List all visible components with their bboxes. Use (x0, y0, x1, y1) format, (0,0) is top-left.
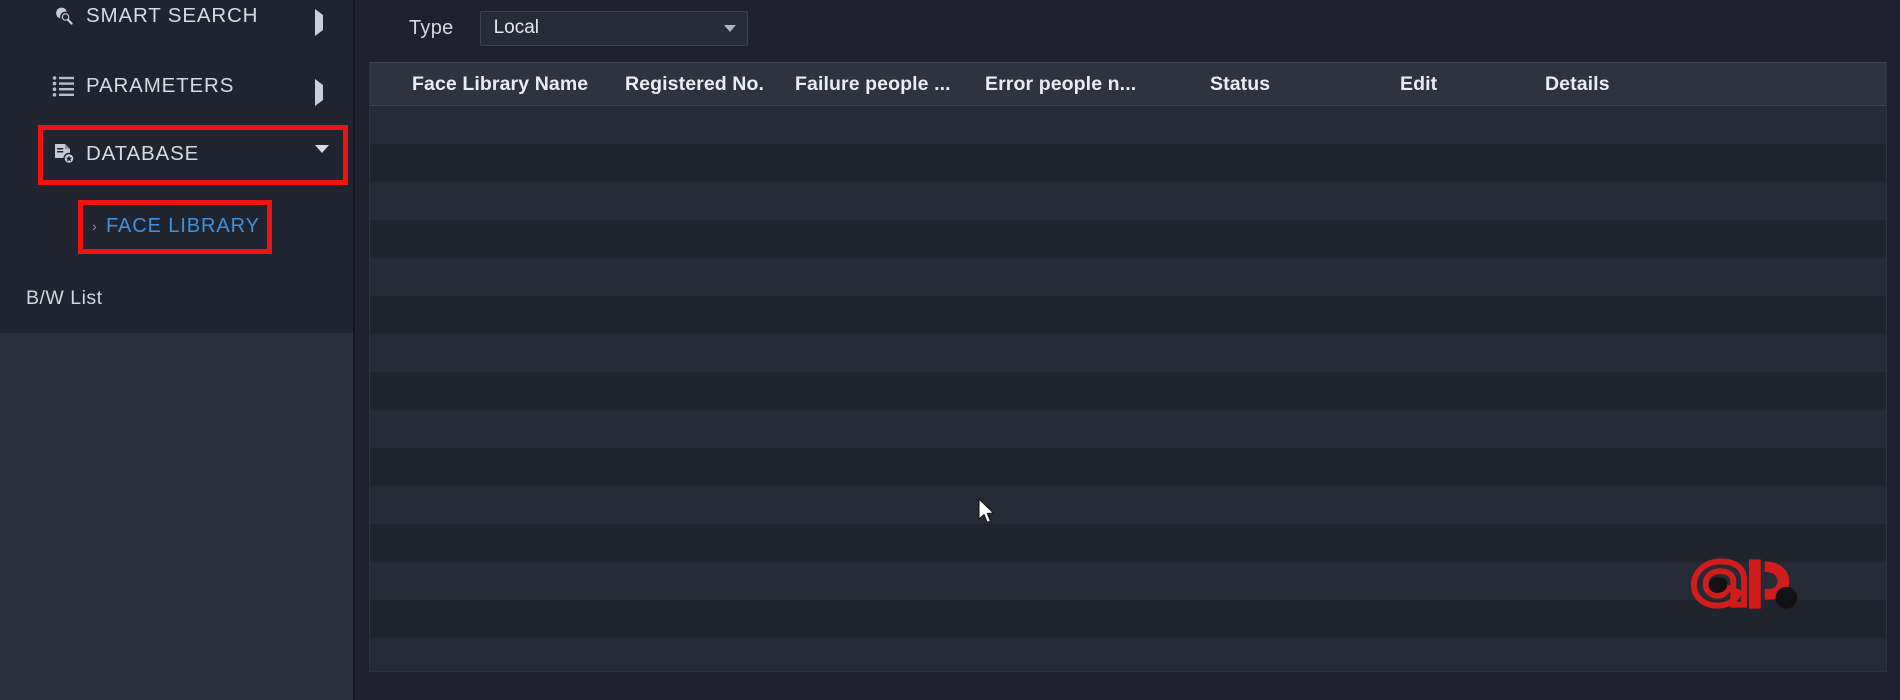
sidebar: SMART SEARCH PARAMETERS DATABASE › FACE … (0, 0, 355, 700)
table-body (370, 106, 1886, 671)
table-header-row: Face Library Name Registered No. Failure… (370, 63, 1886, 106)
search-circle-icon (52, 4, 86, 28)
face-library-table: Face Library Name Registered No. Failure… (369, 62, 1887, 672)
table-row[interactable] (370, 524, 1886, 562)
table-row[interactable] (370, 410, 1886, 448)
column-header-status[interactable]: Status (1210, 73, 1270, 96)
type-select-value: Local (493, 17, 539, 38)
chevron-right-small-icon: › (92, 218, 97, 234)
table-row[interactable] (370, 220, 1886, 258)
sidebar-item-face-library[interactable]: › FACE LIBRARY (0, 200, 353, 252)
table-row[interactable] (370, 182, 1886, 220)
column-header-face-library-name[interactable]: Face Library Name (412, 73, 588, 96)
content-panel: Type Local Face Library Name Registered … (357, 0, 1900, 700)
table-row[interactable] (370, 638, 1886, 671)
sidebar-item-parameters[interactable]: PARAMETERS (0, 60, 353, 112)
table-row[interactable] (370, 372, 1886, 410)
table-row[interactable] (370, 486, 1886, 524)
table-row[interactable] (370, 334, 1886, 372)
type-select[interactable]: Local (479, 10, 748, 46)
list-icon (52, 75, 86, 97)
sidebar-subitem-label: B/W List (26, 286, 103, 309)
sidebar-subitem-label: FACE LIBRARY (106, 214, 260, 237)
table-row[interactable] (370, 258, 1886, 296)
sidebar-empty-area (0, 333, 355, 700)
column-header-edit[interactable]: Edit (1400, 73, 1437, 96)
sidebar-item-label: SMART SEARCH (86, 4, 259, 27)
table-row[interactable] (370, 296, 1886, 334)
sidebar-item-database[interactable]: DATABASE (0, 128, 353, 180)
table-row[interactable] (370, 106, 1886, 144)
column-header-registered-no[interactable]: Registered No. (625, 73, 764, 96)
column-header-error-people[interactable]: Error people n... (985, 73, 1136, 96)
column-header-details[interactable]: Details (1545, 73, 1610, 96)
chevron-down-icon (723, 24, 736, 32)
sidebar-item-smart-search[interactable]: SMART SEARCH (0, 0, 353, 42)
sidebar-item-bw-list[interactable]: B/W List (0, 272, 353, 324)
type-filter-row: Type Local (357, 0, 748, 56)
table-row[interactable] (370, 562, 1886, 600)
database-file-icon (52, 142, 86, 166)
sidebar-item-label: PARAMETERS (86, 74, 235, 97)
sidebar-item-label: DATABASE (86, 142, 200, 165)
column-header-failure-people[interactable]: Failure people ... (795, 73, 951, 96)
type-label: Type (409, 16, 454, 39)
face-library-screen: SMART SEARCH PARAMETERS DATABASE › FACE … (0, 0, 1900, 700)
table-row[interactable] (370, 600, 1886, 638)
table-row[interactable] (370, 144, 1886, 182)
table-row[interactable] (370, 448, 1886, 486)
